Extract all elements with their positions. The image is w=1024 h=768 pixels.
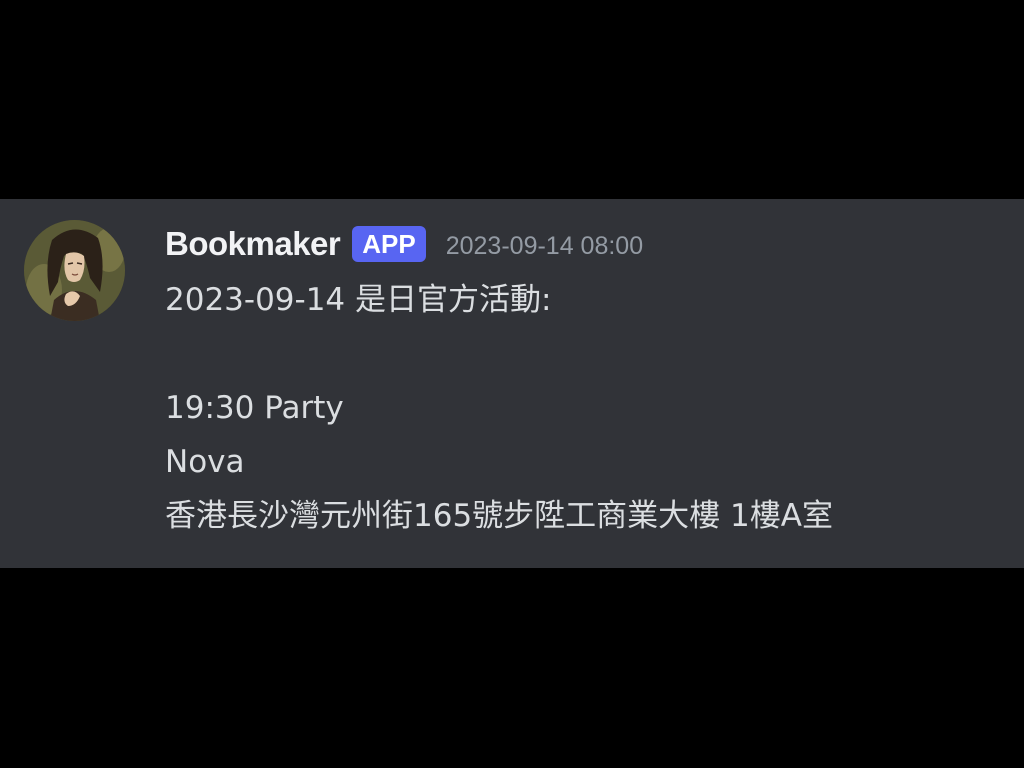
message-line-address: 香港長沙灣元州街165號步陞工商業大樓 1樓A室 [165, 498, 833, 534]
message-content: Bookmaker APP 2023-09-14 08:00 2023-09-1… [165, 221, 1004, 543]
message-header: Bookmaker APP 2023-09-14 08:00 [165, 221, 1004, 267]
message-line-venue: Nova [165, 444, 245, 480]
avatar-image-icon [24, 220, 125, 321]
message-line-date: 2023-09-14 是日官方活動: [165, 282, 552, 318]
author-name[interactable]: Bookmaker [165, 225, 341, 263]
chat-message: Bookmaker APP 2023-09-14 08:00 2023-09-1… [0, 199, 1024, 568]
message-body: 2023-09-14 是日官方活動: 19:30 Party Nova 香港長沙… [165, 273, 1004, 543]
message-timestamp[interactable]: 2023-09-14 08:00 [446, 232, 643, 261]
user-avatar[interactable] [24, 220, 125, 321]
message-line-blank [165, 327, 1004, 381]
app-badge: APP [352, 226, 426, 262]
message-line-event: 19:30 Party [165, 390, 344, 426]
